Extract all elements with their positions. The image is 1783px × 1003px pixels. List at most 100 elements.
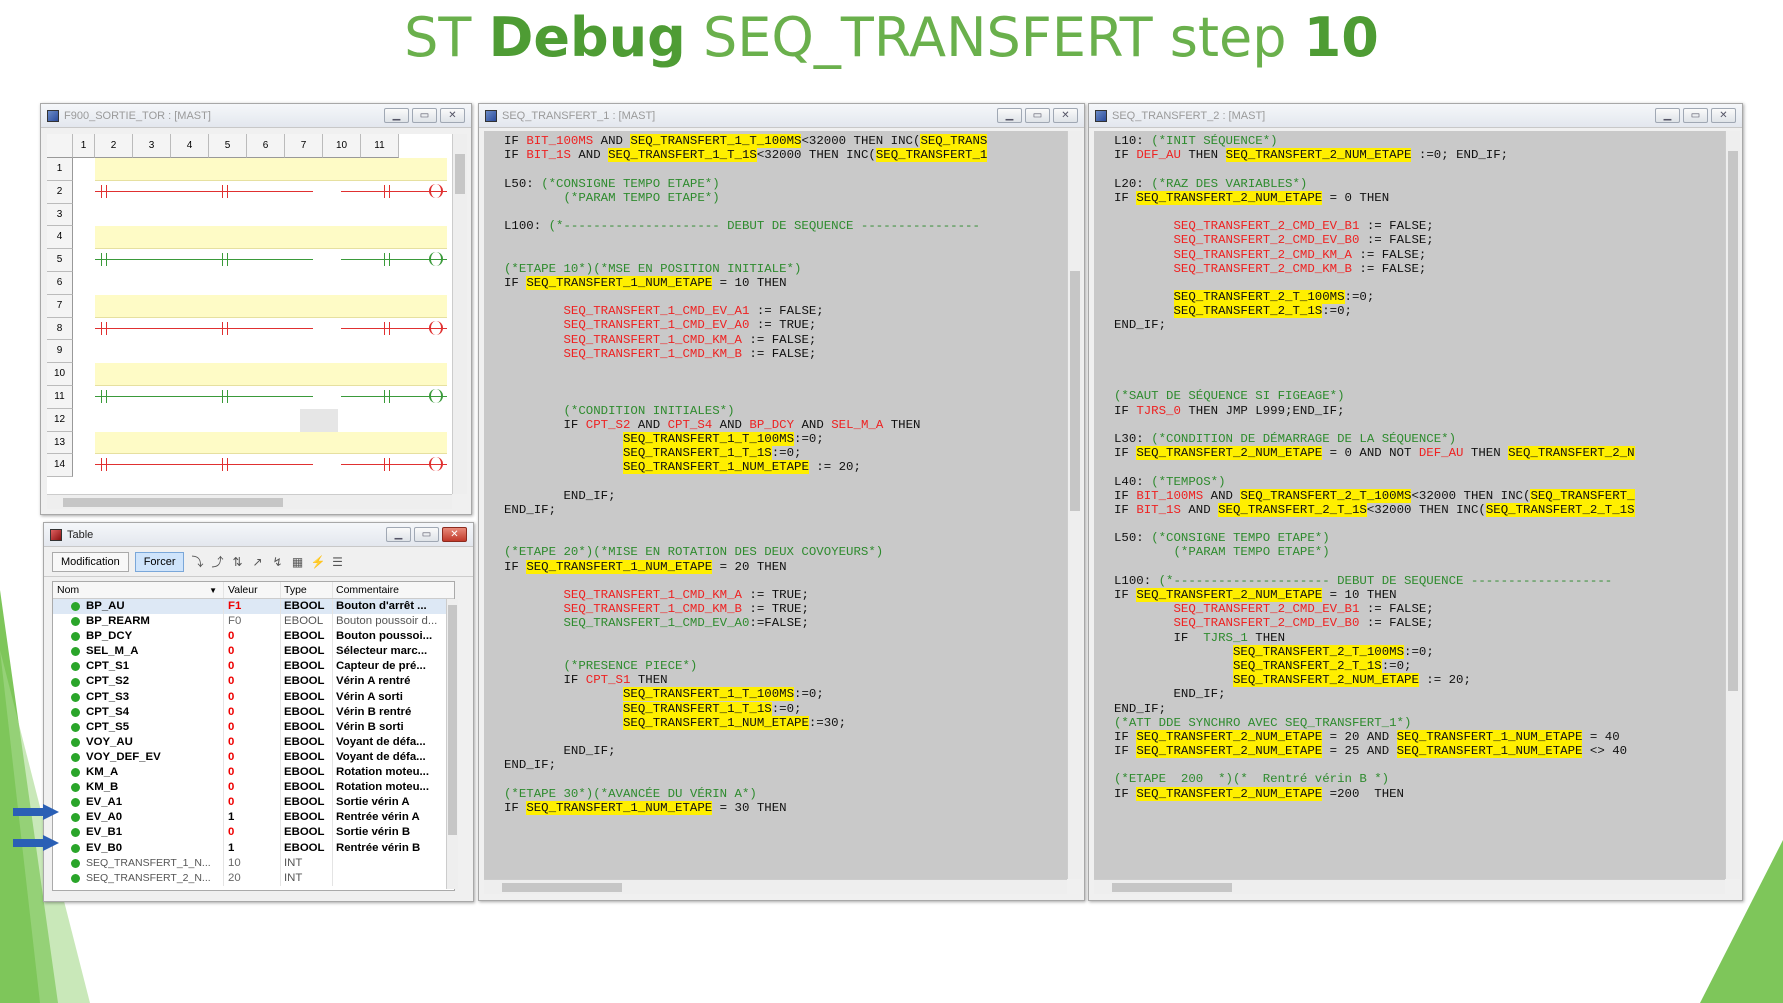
code-line[interactable]: END_IF; bbox=[1114, 687, 1725, 701]
force-off-icon[interactable]: ⤴ bbox=[210, 555, 224, 569]
bool-variable[interactable]: CPT_S1 bbox=[586, 673, 631, 687]
code-line[interactable]: SEQ_TRANSFERT_1_T_100MS:=0; bbox=[504, 431, 1067, 446]
code-line[interactable] bbox=[504, 205, 1067, 219]
ladder-comment-zone[interactable] bbox=[95, 363, 447, 386]
watched-variable[interactable]: SEQ_TRANSFERT_2_NUM_ETAPE bbox=[1136, 588, 1323, 602]
close-icon[interactable]: ✕ bbox=[1053, 108, 1078, 123]
code-line[interactable] bbox=[1114, 517, 1725, 531]
code-line[interactable]: IF BIT_1S AND SEQ_TRANSFERT_2_T_1S<32000… bbox=[1114, 502, 1725, 517]
watched-variable[interactable]: SEQ_TRANSFERT_1_NUM_ETAPE bbox=[526, 275, 713, 290]
variable-value[interactable]: 0 bbox=[223, 674, 280, 690]
watched-variable[interactable]: SEQ_TRANSFERT_2_NUM_ETAPE bbox=[1225, 148, 1412, 163]
code-line[interactable]: SEQ_TRANSFERT_1_T_1S:=0; bbox=[504, 446, 1067, 461]
code-line[interactable]: SEQ_TRANSFERT_2_CMD_EV_B1 := FALSE; bbox=[1114, 602, 1725, 616]
code-line[interactable]: L100: (*--------------------- DEBUT DE S… bbox=[1114, 574, 1725, 588]
table-titlebar[interactable]: Table ▁ ▭ ✕ bbox=[44, 523, 473, 547]
scroll-thumb[interactable] bbox=[63, 498, 283, 507]
watched-variable[interactable]: SEQ_TRANS bbox=[920, 134, 988, 148]
table-row[interactable]: BP_AU F1 EBOOL Bouton d'arrêt ... bbox=[53, 599, 454, 615]
code-line[interactable]: SEQ_TRANSFERT_2_CMD_EV_B0 := FALSE; bbox=[1114, 616, 1725, 630]
code-line[interactable]: SEQ_TRANSFERT_1_CMD_KM_B := FALSE; bbox=[504, 347, 1067, 361]
variable-value[interactable]: 0 bbox=[223, 825, 280, 841]
table-row[interactable]: EV_B1 0 EBOOL Sortie vérin B bbox=[53, 825, 454, 841]
unforce-icon[interactable]: ⇅ bbox=[230, 555, 244, 569]
table-row[interactable]: VOY_DEF_EV 0 EBOOL Voyant de défa... bbox=[53, 749, 454, 766]
variable-value[interactable]: 0 bbox=[223, 719, 280, 735]
bool-variable[interactable]: SEQ_TRANSFERT_1_CMD_KM_A bbox=[564, 588, 742, 602]
minimize-icon[interactable]: ▁ bbox=[384, 108, 409, 123]
code-line[interactable]: SEQ_TRANSFERT_2_CMD_KM_B := FALSE; bbox=[1114, 262, 1725, 276]
watched-variable[interactable]: SEQ_TRANSFERT_1_T_1S bbox=[608, 148, 757, 163]
code-line[interactable]: L50: (*CONSIGNE TEMPO ETAPE*) bbox=[1114, 531, 1725, 545]
code-line[interactable]: IF DEF_AU THEN SEQ_TRANSFERT_2_NUM_ETAPE… bbox=[1114, 148, 1725, 163]
variable-value[interactable]: 0 bbox=[223, 734, 280, 750]
modification-button[interactable]: Modification bbox=[52, 551, 129, 572]
code-line[interactable]: SEQ_TRANSFERT_2_T_1S:=0; bbox=[1114, 658, 1725, 673]
code-line[interactable]: SEQ_TRANSFERT_2_T_100MS:=0; bbox=[1114, 290, 1725, 305]
code-line[interactable]: L30: (*CONDITION DE DÉMARRAGE DE LA SÉQU… bbox=[1114, 432, 1725, 446]
watched-variable[interactable]: SEQ_TRANSFERT_2_NUM_ETAPE bbox=[1136, 190, 1323, 205]
ladder-comment-zone[interactable] bbox=[95, 294, 447, 318]
st-code-editor-1[interactable]: IF BIT_100MS AND SEQ_TRANSFERT_1_T_100MS… bbox=[484, 131, 1067, 879]
code-line[interactable]: SEQ_TRANSFERT_1_CMD_KM_A := FALSE; bbox=[504, 333, 1067, 347]
code-line[interactable]: END_IF; bbox=[1114, 702, 1725, 716]
watched-variable[interactable]: SEQ_TRANSFERT_1_T_1S bbox=[622, 701, 772, 716]
variable-value[interactable]: 0 bbox=[223, 749, 280, 766]
code-line[interactable] bbox=[504, 290, 1067, 304]
maximize-icon[interactable]: ▭ bbox=[1025, 108, 1050, 123]
sort-chevron-icon[interactable]: ▼ bbox=[209, 582, 217, 598]
minimize-icon[interactable]: ▁ bbox=[386, 527, 411, 542]
code-line[interactable]: (*PRESENCE PIECE*) bbox=[504, 659, 1067, 673]
code-line[interactable] bbox=[1114, 418, 1725, 432]
close-icon[interactable]: ✕ bbox=[1711, 108, 1736, 123]
variable-value[interactable]: 0 bbox=[223, 704, 280, 720]
code-line[interactable] bbox=[504, 475, 1067, 489]
watched-variable[interactable]: SEQ_TRANSFERT_2_N bbox=[1508, 446, 1635, 461]
ladder-rung[interactable] bbox=[95, 249, 447, 269]
code-line[interactable]: END_IF; bbox=[504, 758, 1067, 772]
ladder-rung[interactable] bbox=[95, 386, 447, 406]
variable-value[interactable]: 0 bbox=[223, 765, 280, 781]
table-row[interactable]: CPT_S5 0 EBOOL Vérin B sorti bbox=[53, 719, 454, 735]
table-row[interactable]: CPT_S4 0 EBOOL Vérin B rentré bbox=[53, 704, 454, 720]
code-line[interactable]: IF CPT_S1 THEN bbox=[504, 673, 1067, 687]
code-line[interactable] bbox=[504, 574, 1067, 588]
watched-variable[interactable]: SEQ_TRANSFERT_1_T_100MS bbox=[622, 687, 795, 702]
watched-variable[interactable]: SEQ_TRANSFERT_ bbox=[1530, 488, 1635, 503]
watched-variable[interactable]: SEQ_TRANSFERT_2_T_1S bbox=[1173, 304, 1323, 319]
code-line[interactable]: IF SEQ_TRANSFERT_2_NUM_ETAPE =200 THEN bbox=[1114, 786, 1725, 801]
set-icon[interactable]: ↗ bbox=[250, 555, 264, 569]
code-line[interactable]: IF SEQ_TRANSFERT_2_NUM_ETAPE = 10 THEN bbox=[1114, 588, 1725, 602]
watched-variable[interactable]: SEQ_TRANSFERT_1_NUM_ETAPE bbox=[622, 460, 809, 475]
code-line[interactable] bbox=[1114, 375, 1725, 389]
bool-variable[interactable]: SEQ_TRANSFERT_1_CMD_EV_A0 bbox=[564, 318, 750, 332]
ladder-rung[interactable] bbox=[95, 318, 447, 338]
code-line[interactable]: IF SEQ_TRANSFERT_2_NUM_ETAPE = 25 AND SE… bbox=[1114, 744, 1725, 759]
scroll-thumb[interactable] bbox=[455, 154, 465, 194]
st-editor-2-titlebar[interactable]: SEQ_TRANSFERT_2 : [MAST] ▁ ▭ ✕ bbox=[1089, 104, 1742, 128]
code-line[interactable] bbox=[504, 772, 1067, 786]
code-line[interactable]: IF SEQ_TRANSFERT_2_NUM_ETAPE = 0 THEN bbox=[1114, 190, 1725, 205]
code-line[interactable]: (*PARAM TEMPO ETAPE*) bbox=[504, 191, 1067, 205]
watched-variable[interactable]: SEQ_TRANSFERT_1_NUM_ETAPE bbox=[526, 559, 713, 574]
scroll-thumb[interactable] bbox=[448, 605, 457, 835]
ladder-rung[interactable] bbox=[95, 454, 447, 474]
code-line[interactable] bbox=[1114, 361, 1725, 375]
code-line[interactable]: SEQ_TRANSFERT_1_CMD_EV_A0 := TRUE; bbox=[504, 318, 1067, 332]
code-line[interactable]: END_IF; bbox=[504, 503, 1067, 517]
table-row[interactable]: SEQ_TRANSFERT_2_N... 20 INT bbox=[53, 870, 454, 886]
code-line[interactable]: IF BIT_100MS AND SEQ_TRANSFERT_2_T_100MS… bbox=[1114, 488, 1725, 503]
bool-variable[interactable]: SEQ_TRANSFERT_2_CMD_KM_B bbox=[1174, 262, 1352, 276]
close-icon[interactable]: ✕ bbox=[440, 108, 465, 123]
bool-variable[interactable]: SEQ_TRANSFERT_1_CMD_EV_A1 bbox=[564, 304, 750, 318]
watched-variable[interactable]: SEQ_TRANSFERT_2_NUM_ETAPE bbox=[1136, 729, 1323, 744]
watched-variable[interactable]: SEQ_TRANSFERT_2_T_1S bbox=[1232, 658, 1382, 673]
code-line[interactable] bbox=[504, 517, 1067, 531]
table-row[interactable]: SEL_M_A 0 EBOOL Sélecteur marc... bbox=[53, 644, 454, 660]
code-line[interactable]: IF BIT_1S AND SEQ_TRANSFERT_1_T_1S<32000… bbox=[504, 148, 1067, 163]
table-row[interactable]: EV_B0 1 EBOOL Rentrée vérin B bbox=[53, 840, 454, 856]
code-line[interactable]: SEQ_TRANSFERT_2_CMD_EV_B0 := FALSE; bbox=[1114, 233, 1725, 247]
col-name-header[interactable]: Nom ▼ bbox=[53, 582, 223, 598]
table-row[interactable]: CPT_S2 0 EBOOL Vérin A rentré bbox=[53, 674, 454, 690]
code-line[interactable] bbox=[504, 375, 1067, 389]
